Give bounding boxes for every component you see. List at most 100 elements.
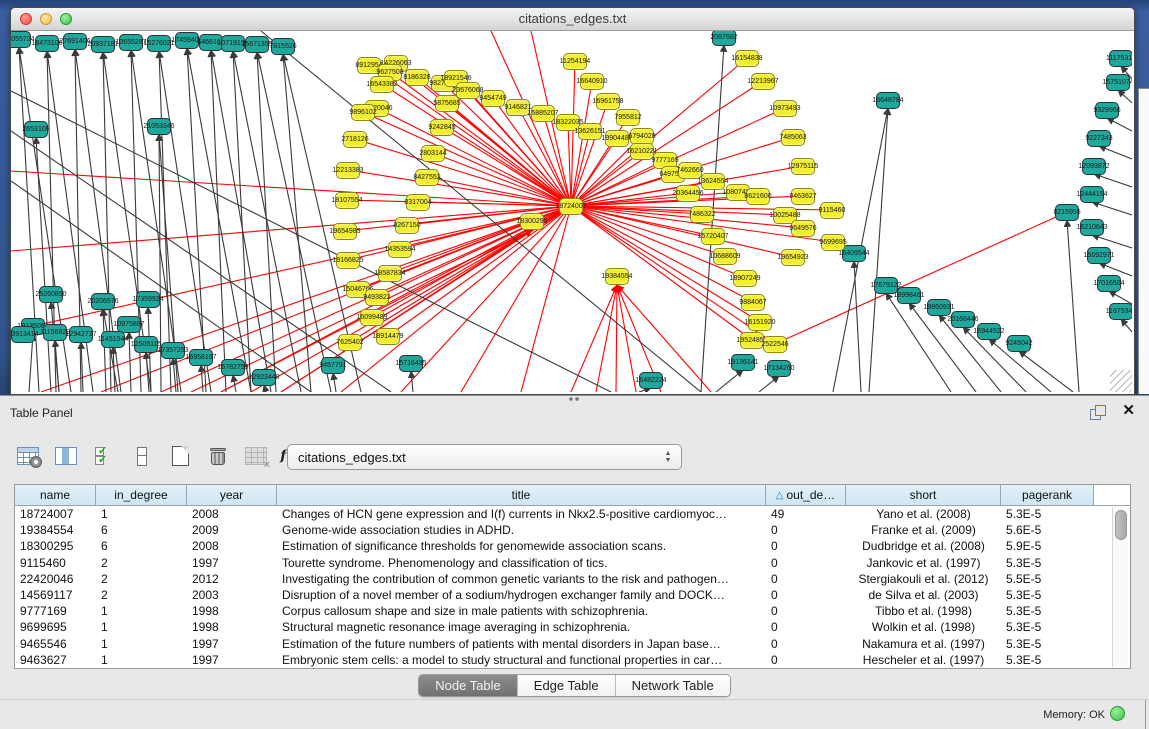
graph-node[interactable]: 17016504: [1097, 275, 1121, 292]
graph-node[interactable]: 7625402: [338, 334, 362, 351]
column-header-pagerank[interactable]: pagerank: [1001, 485, 1094, 506]
table-row[interactable]: 911546021997Tourette syndrome. Phenomeno…: [15, 555, 1130, 571]
graph-node[interactable]: 7485063: [781, 129, 805, 146]
graph-node[interactable]: 27691406: [63, 33, 87, 50]
graph-node[interactable]: 8454749: [481, 90, 505, 107]
graph-node[interactable]: 11451544: [101, 331, 125, 348]
graph-node[interactable]: 11675340: [1109, 303, 1132, 320]
graph-node[interactable]: 2803144: [421, 145, 445, 162]
graph-node[interactable]: 16961758: [596, 93, 620, 110]
table-row[interactable]: 1456911722003Disruption of a novel membe…: [15, 587, 1130, 603]
window-resize-grip[interactable]: [1110, 370, 1132, 392]
graph-node[interactable]: 16154838: [735, 50, 759, 67]
graph-node[interactable]: 9329966: [1095, 102, 1119, 119]
graph-node[interactable]: 10655287: [119, 34, 143, 51]
graph-node[interactable]: 25260850: [39, 286, 63, 303]
graph-node[interactable]: 20364456: [676, 185, 700, 202]
table-settings-icon[interactable]: [14, 442, 42, 470]
table-scrollbar-thumb[interactable]: [1115, 510, 1127, 540]
tab-network-table[interactable]: Network Table: [616, 675, 730, 696]
graph-node[interactable]: 13626151: [578, 123, 602, 140]
graph-node[interactable]: 18914479: [376, 328, 400, 345]
graph-node[interactable]: 8621600: [746, 188, 770, 205]
graph-node[interactable]: 19654923: [781, 249, 805, 266]
graph-node[interactable]: 2522546: [763, 336, 787, 353]
new-table-icon[interactable]: [166, 442, 194, 470]
graph-node[interactable]: 8317004: [406, 194, 430, 211]
graph-node[interactable]: 16640910: [580, 73, 604, 90]
graph-node[interactable]: 18587834: [378, 265, 402, 282]
graph-node[interactable]: 8267150: [395, 217, 419, 234]
graph-node[interactable]: 19860931: [927, 299, 951, 316]
column-header-short[interactable]: short: [846, 485, 1001, 506]
graph-node[interactable]: 8186328: [405, 69, 429, 86]
column-header-out_degree[interactable]: △out_de…: [766, 485, 846, 506]
table-row[interactable]: 1938455462009Genome-wide association stu…: [15, 522, 1130, 538]
graph-node[interactable]: 16210643: [1080, 219, 1104, 236]
graph-node[interactable]: 16543382: [370, 76, 394, 93]
graph-node[interactable]: 12975115: [791, 158, 815, 175]
table-scrollbar[interactable]: [1112, 507, 1128, 667]
graph-node[interactable]: 18300295: [520, 213, 544, 230]
graph-node[interactable]: 16151920: [748, 314, 772, 331]
graph-node[interactable]: 10973493: [773, 100, 797, 117]
graph-node[interactable]: 19136141: [731, 354, 755, 371]
graph-node[interactable]: 24055724: [11, 31, 31, 48]
graph-node[interactable]: 20937181: [91, 36, 115, 53]
graph-node[interactable]: 15885207: [531, 105, 555, 122]
column-header-name[interactable]: name: [15, 485, 96, 506]
show-columns-icon[interactable]: [52, 442, 80, 470]
graph-node[interactable]: 19904486: [605, 130, 629, 147]
close-panel-icon[interactable]: ✕: [1122, 403, 1135, 419]
graph-node[interactable]: 18998461: [897, 287, 921, 304]
graph-node[interactable]: 10688609: [713, 248, 737, 265]
graph-node[interactable]: 11254194: [563, 53, 587, 70]
graph-node[interactable]: 9493822: [365, 289, 389, 306]
graph-node[interactable]: 5875685: [435, 95, 459, 112]
table-row[interactable]: 1872400712008Changes of HCN gene express…: [15, 506, 1130, 522]
graph-node[interactable]: 17459404: [175, 32, 199, 49]
clear-selection-icon[interactable]: [128, 442, 156, 470]
graph-node[interactable]: 23676068: [456, 82, 480, 99]
table-row[interactable]: 977716911998Corpus callosum shape and si…: [15, 603, 1130, 619]
graph-node[interactable]: 9463627: [791, 188, 815, 205]
select-all-icon[interactable]: ✓✓: [90, 442, 118, 470]
graph-node[interactable]: 9245042: [1007, 335, 1031, 352]
graph-node[interactable]: 12213383: [336, 162, 360, 179]
graph-node[interactable]: 20168446: [951, 311, 975, 328]
graph-node[interactable]: 15716485: [399, 355, 423, 372]
graph-node[interactable]: 9457791: [321, 357, 345, 374]
table-row[interactable]: 2242004622012Investigating the contribut…: [15, 571, 1130, 587]
graph-node[interactable]: 16409544: [842, 245, 866, 262]
table-selector-dropdown[interactable]: citations_edges.txt ▲▼: [287, 444, 682, 470]
graph-node[interactable]: 2718126: [343, 131, 367, 148]
graph-node[interactable]: 10975887: [117, 316, 141, 333]
graph-node[interactable]: 16099489: [360, 309, 384, 326]
graph-node[interactable]: 9115460: [820, 202, 844, 219]
graph-node[interactable]: 12093872: [1082, 158, 1106, 175]
graph-node[interactable]: 18907249: [733, 270, 757, 287]
network-window-titlebar[interactable]: citations_edges.txt: [11, 8, 1134, 31]
graph-node[interactable]: 18473106: [35, 35, 59, 52]
graph-node[interactable]: 12505115: [134, 336, 158, 353]
table-row[interactable]: 946362711997Embryonic stem cells: a mode…: [15, 652, 1130, 668]
table-row[interactable]: 969969511998Structural magnetic resonanc…: [15, 619, 1130, 635]
graph-node[interactable]: 16782759: [221, 359, 245, 376]
graph-node[interactable]: 18724007: [559, 198, 583, 215]
graph-node[interactable]: 2653109: [24, 121, 48, 138]
graph-node[interactable]: 15720407: [701, 228, 725, 245]
graph-node[interactable]: 23913414: [11, 326, 35, 343]
graph-node[interactable]: 11156829: [43, 324, 67, 341]
column-header-year[interactable]: year: [187, 485, 277, 506]
graph-node[interactable]: 2087682: [712, 31, 736, 46]
graph-node[interactable]: 9699695: [821, 234, 845, 251]
graph-node[interactable]: 16482224: [639, 372, 663, 389]
graph-node[interactable]: 7462660: [678, 162, 702, 179]
graph-node[interactable]: 19384554: [605, 268, 629, 285]
graph-node[interactable]: 16648784: [876, 92, 900, 109]
graph-node[interactable]: 14353594: [388, 241, 412, 258]
table-row[interactable]: 1830029562008Estimation of significance …: [15, 538, 1130, 554]
network-canvas[interactable]: 2405572418473106276914062093718110655287…: [11, 31, 1132, 392]
column-header-title[interactable]: title: [277, 485, 766, 506]
graph-node[interactable]: 16944522: [977, 323, 1001, 340]
